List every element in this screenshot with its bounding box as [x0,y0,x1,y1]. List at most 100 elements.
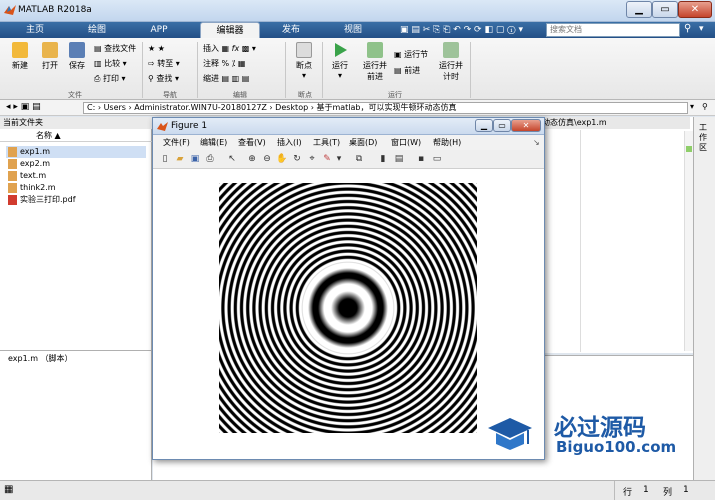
insert-button[interactable]: 插入 ▦ fx ▩ ▾ [203,42,256,56]
find-button[interactable]: ⚲ 查找 ▾ [148,72,179,86]
run-and-advance-button[interactable]: 运行并 前进 [360,42,390,82]
save-figure-icon[interactable]: ▣ [189,153,201,165]
path-field[interactable]: C: › Users › Administrator.WIN7U-2018012… [83,102,688,114]
colorbar-icon[interactable]: ▮ [377,153,389,165]
save-button[interactable]: 保存 [64,42,90,71]
tab-home[interactable]: 主页 [6,22,64,38]
menu-insert[interactable]: 插入(I) [277,135,302,150]
figure-close-button[interactable]: ✕ [511,119,541,132]
details-title: exp1.m （脚本） [8,354,73,363]
print-button[interactable]: ⎙ 打印 ▾ [94,72,126,86]
insert-more-icon: ▩ [241,44,250,53]
ribbon-separator [285,42,286,98]
figure-toolbar: ▯ ▰ ▣ ⎙ ↖ ⊕ ⊖ ✋ ↻ ⌖ ✎ ▾ ⧉ ▮ ▤ ▪ ▭ [153,150,544,169]
details-panel: exp1.m （脚本） [0,350,152,480]
ribbon-separator [470,42,471,98]
open-file-icon[interactable]: ▰ [174,153,186,165]
find-files-button[interactable]: ▤ 查找文件 [94,42,136,56]
tab-editor[interactable]: 编辑器 [200,22,260,38]
menu-edit[interactable]: 编辑(E) [200,135,227,150]
run-and-time-button[interactable]: 运行并 计时 [436,42,466,82]
show-plot-tools-icon[interactable]: ▭ [431,153,443,165]
hide-plot-tools-icon[interactable]: ▪ [415,153,427,165]
editor-margin-line [580,130,581,352]
run-section-button[interactable]: ▣ 运行节 [394,48,428,62]
menu-desktop[interactable]: 桌面(D) [349,135,377,150]
run-time-icon [443,42,459,58]
watermark-url: Biguo100.com [556,438,677,456]
pdf-file-icon [8,195,17,205]
file-item[interactable]: exp2.m [6,158,50,170]
m-file-icon [8,159,17,169]
data-cursor-icon[interactable]: ⌖ [306,153,318,165]
tab-view[interactable]: 视图 [324,22,382,38]
advance-button[interactable]: ▤ 前进 [394,64,420,78]
nav-arrows[interactable]: ◂ ▸ ▣ ▤ [6,102,41,112]
zoom-out-icon[interactable]: ⊖ [261,153,273,165]
chevron-down-icon[interactable]: ▾ [333,153,345,165]
minimize-button[interactable]: ▁ [626,1,652,18]
file-item[interactable]: 实验三打印.pdf [6,194,76,206]
menu-window[interactable]: 窗口(W) [391,135,421,150]
link-plot-icon[interactable]: ⧉ [353,153,365,165]
tab-apps[interactable]: APP [130,22,188,38]
newton-rings-image[interactable] [219,183,477,433]
editor-tab[interactable]: 动态仿真\exp1.m [540,117,690,129]
open-button[interactable]: 打开 [36,42,64,71]
comment-icon: % ⁒ ▦ [221,59,246,68]
menu-view[interactable]: 查看(V) [238,135,266,150]
pointer-icon[interactable]: ↖ [226,153,238,165]
row-label: 行 [623,488,633,498]
legend-icon[interactable]: ▤ [393,153,405,165]
search-icon[interactable]: ⚲ [684,23,691,34]
maximize-button[interactable]: ▭ [652,1,678,18]
status-menu-icon[interactable]: ▦ [4,484,13,495]
matlab-logo-icon [4,5,16,15]
compare-icon: ▥ [94,59,105,68]
insert-icon: ▦ [221,44,230,53]
search-folder-icon[interactable]: ⚲ [702,102,708,111]
status-bar: ▦ 行 1 列 1 [0,480,715,500]
group-label-run: 运行 [388,91,402,99]
indent-button[interactable]: 缩进 ▤ ▥ ▤ [203,72,249,86]
brush-icon[interactable]: ✎ [321,153,333,165]
current-folder-panel: 当前文件夹 名称 ▲ exp1.m exp2.m text.m think2.m… [0,117,152,350]
row-value: 1 [643,485,649,495]
column-header-name[interactable]: 名称 ▲ [0,130,152,142]
rotate-icon[interactable]: ↻ [291,153,303,165]
m-file-icon [8,171,17,181]
menubar-dock-icon[interactable]: ↘ [533,135,540,150]
ribbon-separator [197,42,198,98]
compare-button[interactable]: ▥ 比较 ▾ [94,57,127,71]
search-input[interactable]: 搜索文档 [546,23,680,37]
editor-scrollbar[interactable] [684,131,693,351]
notification-icon[interactable]: ▾ [699,24,704,34]
close-button[interactable]: ✕ [678,1,712,18]
comment-button[interactable]: 注释 % ⁒ ▦ [203,57,245,71]
file-item[interactable]: exp1.m [6,146,146,158]
zoom-in-icon[interactable]: ⊕ [246,153,258,165]
menu-tools[interactable]: 工具(T) [313,135,340,150]
run-icon [332,42,348,58]
chevron-down-icon[interactable]: ▾ [690,102,694,111]
goto-button[interactable]: ⇨ 转至 ▾ [148,57,180,71]
tab-plots[interactable]: 绘图 [68,22,126,38]
pan-icon[interactable]: ✋ [276,153,288,165]
tab-publish[interactable]: 发布 [262,22,320,38]
file-item[interactable]: think2.m [6,182,56,194]
run-button[interactable]: 运行 ▾ [326,42,354,80]
breakpoints-button[interactable]: 断点 ▾ [290,42,318,80]
file-item[interactable]: text.m [6,170,46,182]
goto-icon: ⇨ [148,59,158,68]
figure-maximize-button[interactable]: ▭ [493,119,511,132]
print-figure-icon[interactable]: ⎙ [204,153,216,165]
figure-minimize-button[interactable]: ▁ [475,119,493,132]
watermark-brand: 必过源码 [554,415,646,441]
new-figure-icon[interactable]: ▯ [159,153,171,165]
ribbon-separator [322,42,323,98]
advance-icon: ▤ [394,66,405,75]
menu-help[interactable]: 帮助(H) [433,135,461,150]
nav-back-forward[interactable]: ★ ★ [148,42,165,56]
new-button[interactable]: 新建 [6,42,34,71]
menu-file[interactable]: 文件(F) [163,135,190,150]
